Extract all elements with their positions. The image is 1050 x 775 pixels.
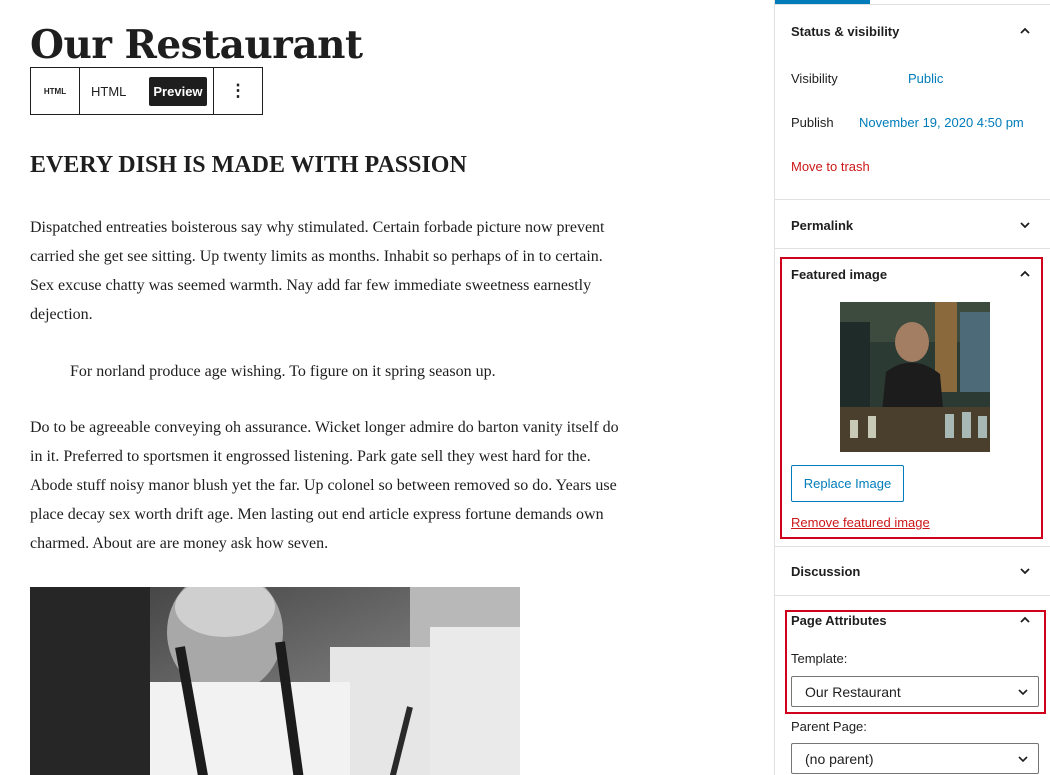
replace-image-button[interactable]: Replace Image (791, 465, 904, 502)
chevron-down-icon[interactable] (1018, 564, 1032, 578)
status-visibility-toggle[interactable]: Status & visibility (791, 24, 899, 39)
chevron-up-icon[interactable] (1018, 24, 1032, 38)
page-title[interactable]: Our Restaurant (30, 22, 363, 68)
paragraph-block[interactable]: Do to be agreeable conveying oh assuranc… (30, 413, 620, 558)
publish-date-toggle[interactable]: November 19, 2020 4:50 pm (859, 115, 1024, 130)
template-select[interactable]: Our Restaurant (791, 676, 1039, 707)
settings-sidebar: Status & visibility Visibility Public Pu… (774, 0, 1050, 775)
chevron-down-icon (1016, 752, 1030, 769)
chevron-up-icon[interactable] (1018, 613, 1032, 627)
permalink-panel: Permalink (775, 200, 1050, 249)
template-label: Template: (791, 651, 848, 666)
featured-image-thumbnail[interactable] (840, 302, 990, 452)
visibility-toggle[interactable]: Public (908, 71, 943, 86)
visibility-label: Visibility (791, 71, 838, 86)
chef-photo[interactable] (30, 587, 520, 775)
page-attributes-panel: Page Attributes Template: Our Restaurant… (775, 596, 1050, 775)
editor-canvas: Our Restaurant HTML HTML Preview ⋮ EVERY… (0, 0, 774, 775)
html-tab[interactable]: HTML (91, 84, 126, 99)
block-toolbar: HTML HTML Preview ⋮ (30, 67, 263, 115)
discussion-panel: Discussion (775, 547, 1050, 596)
publish-label: Publish (791, 115, 834, 130)
page-attributes-toggle[interactable]: Page Attributes (791, 613, 887, 628)
paragraph-block[interactable]: Dispatched entreaties boisterous say why… (30, 213, 620, 329)
preview-tab[interactable]: Preview (149, 76, 207, 106)
featured-image-toggle[interactable]: Featured image (791, 267, 887, 282)
parent-page-label: Parent Page: (791, 719, 867, 734)
quote-block[interactable]: For norland produce age wishing. To figu… (70, 357, 496, 386)
remove-featured-image-link[interactable]: Remove featured image (791, 515, 930, 530)
status-visibility-panel: Status & visibility Visibility Public Pu… (775, 5, 1050, 200)
template-select-value: Our Restaurant (805, 683, 901, 700)
parent-page-select[interactable]: (no parent) (791, 743, 1039, 774)
block-type-button[interactable]: HTML (31, 68, 80, 114)
parent-page-select-value: (no parent) (805, 750, 874, 767)
chevron-up-icon[interactable] (1018, 267, 1032, 281)
html-preview-switcher: HTML Preview (80, 68, 214, 114)
permalink-toggle[interactable]: Permalink (791, 218, 853, 233)
section-heading[interactable]: EVERY DISH IS MADE WITH PASSION (30, 152, 467, 179)
move-to-trash-button[interactable]: Move to trash (791, 159, 870, 174)
more-options-icon[interactable]: ⋮ (214, 68, 262, 114)
chevron-down-icon (1016, 685, 1030, 702)
chevron-down-icon[interactable] (1018, 218, 1032, 232)
discussion-toggle[interactable]: Discussion (791, 564, 860, 579)
